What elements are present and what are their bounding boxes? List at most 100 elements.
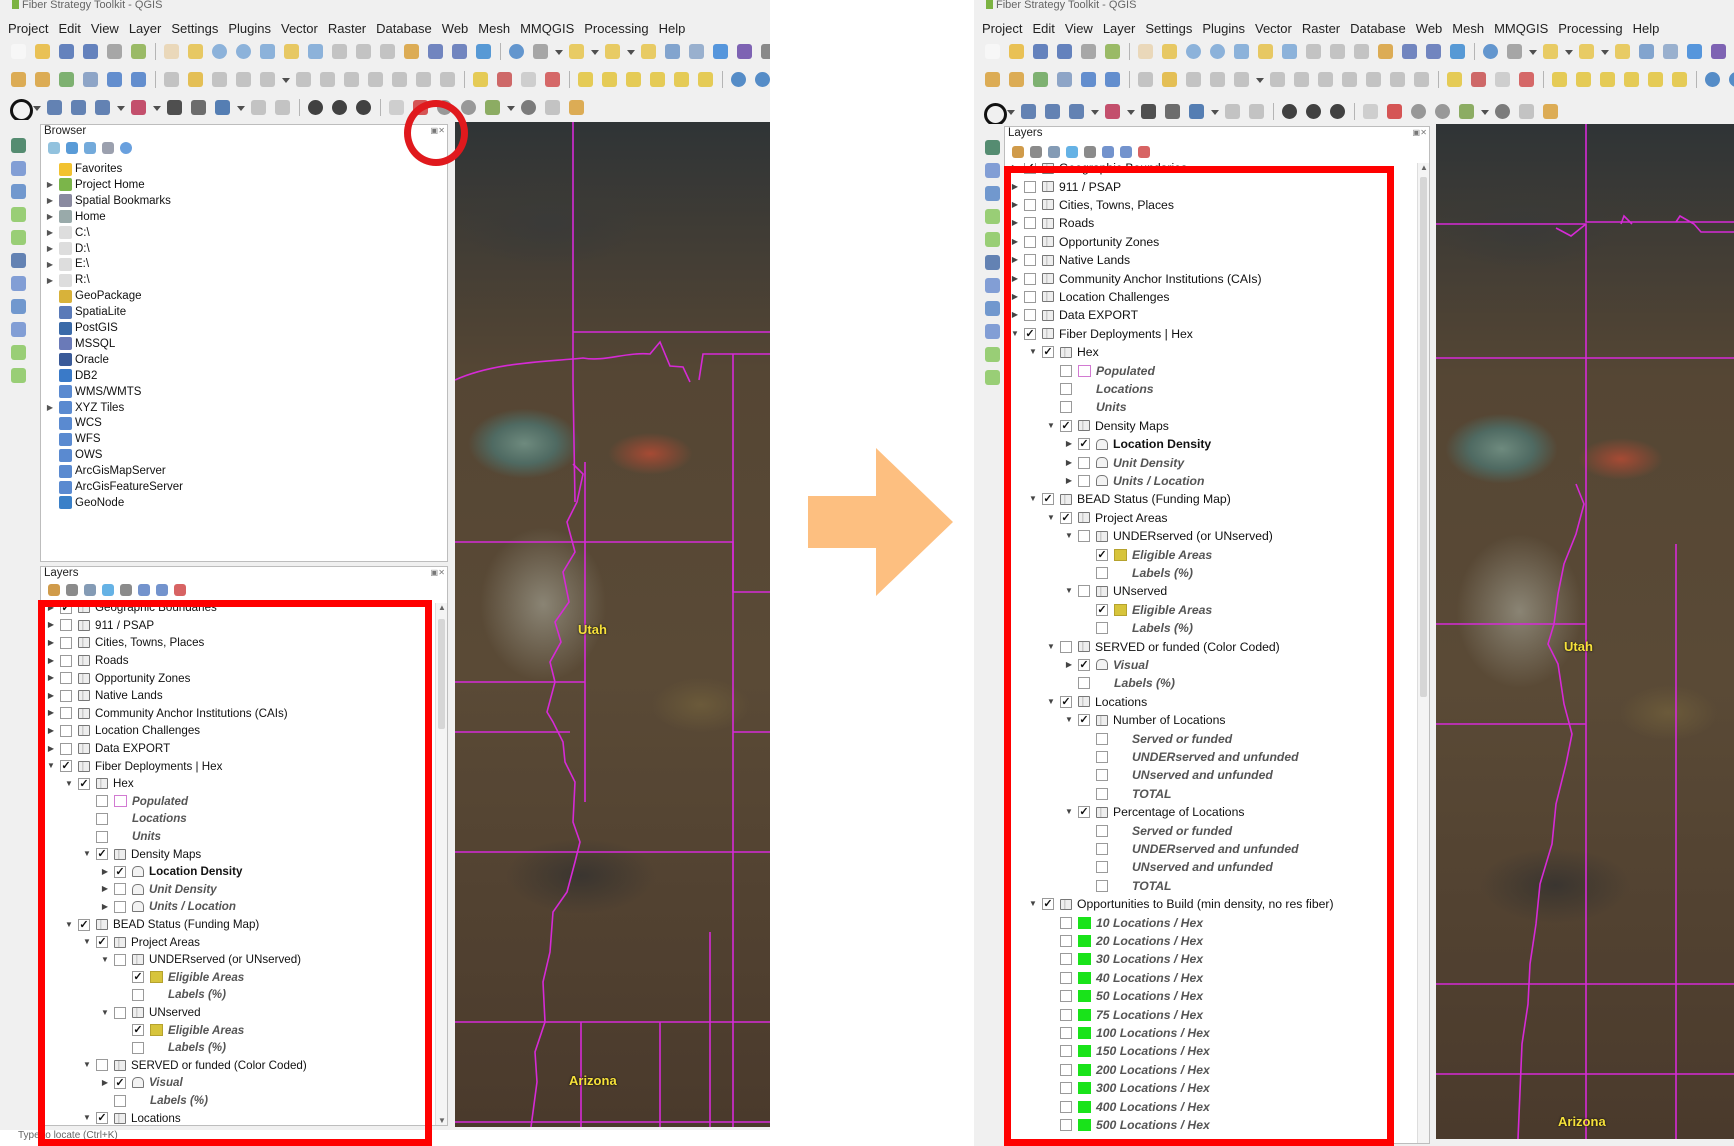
expand-arrow-icon[interactable]: ▶ bbox=[45, 244, 55, 253]
add-feature-icon[interactable] bbox=[1207, 70, 1229, 90]
settings-icon[interactable] bbox=[1504, 42, 1526, 62]
dropdown-arrow-icon[interactable] bbox=[1564, 42, 1574, 62]
dropdown-arrow-icon[interactable] bbox=[626, 42, 636, 62]
number-tool-icon[interactable] bbox=[188, 98, 210, 118]
delete-icon[interactable] bbox=[1291, 70, 1313, 90]
style-manager-icon[interactable] bbox=[128, 42, 150, 62]
deselect-icon[interactable] bbox=[638, 42, 660, 62]
expand-arrow-icon[interactable]: ▶ bbox=[45, 196, 55, 205]
edit-pencil-icon[interactable] bbox=[1159, 70, 1181, 90]
copy-icon[interactable] bbox=[1339, 70, 1361, 90]
label-pin-icon[interactable] bbox=[494, 70, 516, 90]
label-a-icon[interactable] bbox=[575, 70, 597, 90]
info-icon[interactable] bbox=[119, 141, 133, 155]
menu-mesh[interactable]: Mesh bbox=[478, 18, 510, 40]
label-pin-icon[interactable] bbox=[1468, 70, 1490, 90]
zoom-full-icon[interactable] bbox=[257, 42, 279, 62]
save-edits-icon[interactable] bbox=[209, 70, 231, 90]
settings-grey-icon[interactable] bbox=[542, 98, 564, 118]
new-project-icon[interactable] bbox=[982, 42, 1004, 62]
scroll-up-icon[interactable]: ▲ bbox=[1418, 163, 1430, 172]
collapse-all-icon[interactable] bbox=[1119, 145, 1133, 159]
globe-a-icon[interactable] bbox=[728, 70, 750, 90]
pan-icon[interactable] bbox=[1135, 42, 1157, 62]
add-group-icon[interactable] bbox=[1029, 145, 1043, 159]
new-bookmark-icon[interactable] bbox=[1399, 42, 1421, 62]
add-vector-icon[interactable] bbox=[32, 70, 54, 90]
browser-item[interactable]: ▶ E:\ bbox=[41, 256, 89, 272]
snap-icon[interactable] bbox=[248, 98, 270, 118]
add-point-icon[interactable] bbox=[92, 98, 114, 118]
attribute-table-icon[interactable] bbox=[662, 42, 684, 62]
label-rotate-icon[interactable] bbox=[542, 70, 564, 90]
browser-item[interactable]: ArcGisFeatureServer bbox=[41, 479, 183, 495]
save-project-icon[interactable] bbox=[1030, 42, 1052, 62]
settings-grey-icon[interactable] bbox=[1516, 102, 1538, 122]
label-b-icon[interactable] bbox=[1573, 70, 1595, 90]
extent-icon[interactable] bbox=[1456, 102, 1478, 122]
globe-2-icon[interactable] bbox=[329, 98, 351, 118]
scrollbar-thumb[interactable] bbox=[438, 619, 445, 729]
add-group-icon[interactable] bbox=[65, 583, 79, 597]
filter-expression-icon[interactable] bbox=[119, 583, 133, 597]
expand-arrow-icon[interactable]: ▶ bbox=[45, 403, 55, 412]
statistics-icon[interactable] bbox=[1708, 42, 1730, 62]
menu-layer[interactable]: Layer bbox=[1103, 18, 1136, 40]
menu-database[interactable]: Database bbox=[376, 18, 432, 40]
label-a-icon[interactable] bbox=[1549, 70, 1571, 90]
label-b-icon[interactable] bbox=[599, 70, 621, 90]
browser-item[interactable]: GeoNode bbox=[41, 495, 124, 511]
label-move-icon[interactable] bbox=[518, 70, 540, 90]
layer-style-icon[interactable] bbox=[386, 98, 408, 118]
digitizing-tool-icon-10[interactable] bbox=[8, 343, 34, 363]
node-tool-icon[interactable] bbox=[128, 98, 150, 118]
menu-help[interactable]: Help bbox=[1633, 18, 1660, 40]
node-tool-icon[interactable] bbox=[1102, 102, 1124, 122]
zoom-in-icon[interactable] bbox=[209, 42, 231, 62]
menu-mmqgis[interactable]: MMQGIS bbox=[1494, 18, 1548, 40]
zoom-native-icon[interactable] bbox=[329, 42, 351, 62]
digitizing-tool-icon-2[interactable] bbox=[8, 159, 34, 179]
dock-float-close-icon[interactable]: ▣ ✕ bbox=[1413, 128, 1428, 137]
layer-style-icon[interactable] bbox=[1360, 102, 1382, 122]
browser-item[interactable]: DB2 bbox=[41, 368, 97, 384]
data-source-manager-icon[interactable] bbox=[982, 70, 1004, 90]
digitize-curve-icon[interactable] bbox=[44, 98, 66, 118]
zoom-out-icon[interactable] bbox=[1207, 42, 1229, 62]
measure-icon[interactable] bbox=[758, 42, 770, 62]
browser-item[interactable]: MSSQL bbox=[41, 336, 115, 352]
browser-item[interactable]: ▶ Home bbox=[41, 209, 106, 225]
menu-edit[interactable]: Edit bbox=[58, 18, 80, 40]
dropdown-arrow-icon[interactable] bbox=[590, 42, 600, 62]
browser-item[interactable]: PostGIS bbox=[41, 320, 118, 336]
new-map-view-icon[interactable] bbox=[401, 42, 423, 62]
zoom-next-icon[interactable] bbox=[1351, 42, 1373, 62]
zoom-to-selection-icon[interactable] bbox=[1255, 42, 1277, 62]
new-bookmark-icon[interactable] bbox=[425, 42, 447, 62]
menu-layer[interactable]: Layer bbox=[129, 18, 162, 40]
wrench-icon[interactable] bbox=[566, 98, 588, 118]
remove-layer-icon[interactable] bbox=[1137, 145, 1151, 159]
undo-icon[interactable] bbox=[413, 70, 435, 90]
label-move-icon[interactable] bbox=[1492, 70, 1514, 90]
expand-all-icon[interactable] bbox=[1101, 145, 1115, 159]
zoom-to-layer-icon[interactable] bbox=[305, 42, 327, 62]
menu-edit[interactable]: Edit bbox=[1032, 18, 1054, 40]
menu-database[interactable]: Database bbox=[1350, 18, 1406, 40]
digitize-spline-icon[interactable] bbox=[68, 98, 90, 118]
menu-processing[interactable]: Processing bbox=[1558, 18, 1622, 40]
browser-item[interactable]: ▶ C:\ bbox=[41, 225, 90, 241]
pan-to-selection-icon[interactable] bbox=[1159, 42, 1181, 62]
menu-view[interactable]: View bbox=[91, 18, 119, 40]
select-icon[interactable] bbox=[566, 42, 588, 62]
new-project-icon[interactable] bbox=[8, 42, 30, 62]
menu-web[interactable]: Web bbox=[1416, 18, 1443, 40]
globe-3-icon[interactable] bbox=[1327, 102, 1349, 122]
globe-a-icon[interactable] bbox=[1702, 70, 1724, 90]
deselect-icon[interactable] bbox=[1612, 42, 1634, 62]
save-project-icon[interactable] bbox=[56, 42, 78, 62]
browser-item[interactable]: GeoPackage bbox=[41, 288, 142, 304]
dropdown-arrow-icon[interactable] bbox=[32, 98, 42, 118]
xy-tool-icon[interactable] bbox=[164, 98, 186, 118]
add-csv-icon[interactable] bbox=[1054, 70, 1076, 90]
